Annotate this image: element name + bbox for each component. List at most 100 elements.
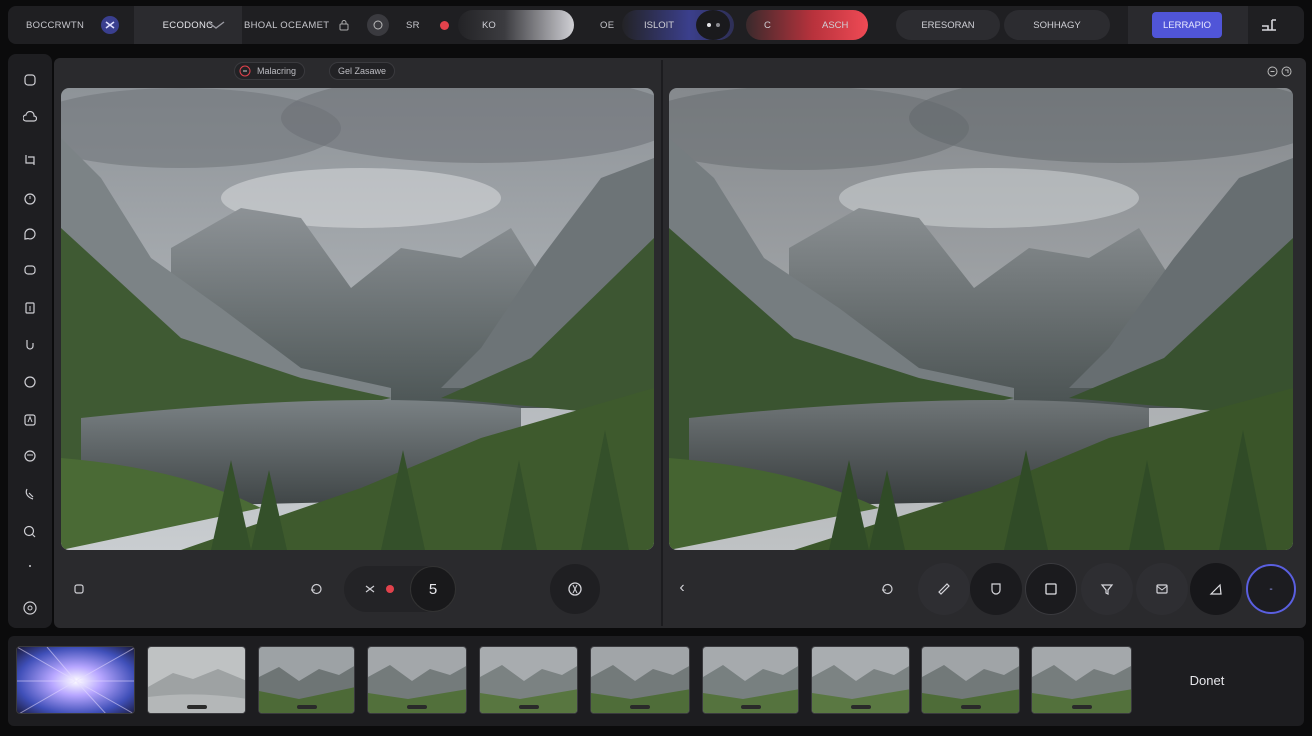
square-icon — [1045, 583, 1057, 595]
palette-icon[interactable] — [20, 446, 40, 466]
sr-toggle[interactable]: SR — [406, 6, 420, 44]
tool-rail — [8, 54, 52, 628]
before-image[interactable] — [61, 88, 654, 550]
dots-icon[interactable] — [20, 556, 40, 576]
done-button[interactable]: Donet — [1166, 666, 1248, 694]
thumb-tag — [630, 705, 650, 709]
done-label: Donet — [1189, 672, 1225, 688]
thumb-tag — [740, 705, 761, 709]
thumb-tag — [960, 705, 981, 709]
app-logo-icon[interactable] — [100, 6, 120, 44]
app-name: BOCCRWTN — [26, 19, 85, 31]
undo-icon[interactable] — [306, 579, 326, 599]
thumb-tag — [296, 705, 317, 709]
top-toolbar: BOCCRWTN ECODONC BHOAL OCEAMET SR KO OE … — [8, 6, 1304, 44]
hand-icon[interactable] — [20, 334, 40, 354]
isloit-label: ISLOIT — [644, 19, 675, 31]
thumb-tag — [407, 705, 427, 709]
layers-icon[interactable] — [20, 260, 40, 280]
filter-button[interactable] — [1081, 563, 1133, 615]
counter-value: 5 — [428, 580, 438, 598]
mask-button[interactable] — [970, 563, 1022, 615]
pane-options[interactable] — [1266, 64, 1292, 78]
oe-toggle[interactable]: OE — [600, 6, 614, 44]
circle-icon[interactable] — [20, 372, 40, 392]
thumb-tag — [186, 705, 207, 709]
chat-icon[interactable] — [20, 224, 40, 244]
filmstrip-thumb[interactable] — [1031, 646, 1132, 714]
mail-button[interactable] — [1136, 563, 1188, 615]
layout-icon[interactable] — [1260, 6, 1278, 44]
filmstrip-thumb[interactable] — [367, 646, 467, 714]
thumb-tag — [1071, 705, 1092, 709]
summary-button[interactable]: SOHHAGY — [1004, 10, 1110, 40]
filmstrip-thumb[interactable] — [921, 646, 1020, 714]
filmstrip-thumb-abstract[interactable] — [16, 646, 135, 714]
document-name[interactable]: BHOAL OCEAMET — [244, 6, 329, 44]
crop-button[interactable] — [1025, 563, 1077, 615]
compare-icon — [1267, 66, 1277, 76]
status-icon — [239, 65, 251, 77]
settings-icon[interactable] — [20, 598, 40, 618]
slider-label: KO — [482, 19, 496, 31]
record-indicator[interactable] — [440, 6, 449, 44]
shield-icon — [991, 583, 1001, 595]
record-dot-icon — [440, 20, 449, 30]
pen-button[interactable] — [1190, 563, 1242, 615]
thumb-tag — [850, 705, 871, 709]
timer-icon[interactable] — [20, 188, 40, 208]
after-image[interactable] — [669, 88, 1293, 550]
text-icon[interactable] — [20, 410, 40, 430]
left-pane-header: Malacring Gel Zasawe — [234, 60, 396, 82]
dot-icon — [715, 23, 720, 27]
pair-toggle[interactable] — [696, 10, 730, 40]
cloud-icon[interactable] — [20, 108, 40, 128]
info-chip[interactable]: Gel Zasawe — [329, 62, 396, 80]
filmstrip-thumb[interactable] — [147, 646, 246, 714]
filmstrip-thumb[interactable] — [258, 646, 355, 714]
record-dot-icon[interactable] — [386, 585, 394, 593]
ring-label: - — [1269, 583, 1273, 595]
exposure-slider[interactable]: KO — [458, 10, 574, 40]
color-pill[interactable]: C ASCH — [746, 10, 868, 40]
filmstrip-thumb[interactable] — [811, 646, 910, 714]
aperture-button[interactable] — [550, 564, 600, 614]
pen-icon — [1209, 583, 1222, 595]
status-chip[interactable]: Malacring — [234, 62, 306, 80]
export-label: LERRAPIO — [1162, 19, 1212, 31]
chevron-down-icon[interactable] — [206, 6, 226, 44]
rotate-icon[interactable] — [876, 578, 898, 600]
expand-icon — [1281, 66, 1291, 76]
brush-icon[interactable] — [20, 484, 40, 504]
aperture-icon — [568, 582, 582, 596]
envelope-icon — [1156, 584, 1168, 594]
funnel-icon — [1100, 584, 1114, 595]
counter-button[interactable]: 5 — [410, 566, 456, 612]
preset-label: ERESORAN — [921, 19, 975, 31]
filmstrip-thumb[interactable] — [479, 646, 578, 714]
heal-button[interactable] — [918, 563, 970, 615]
frame-icon[interactable] — [20, 298, 40, 318]
shield-icon[interactable] — [20, 70, 40, 90]
summary-label: SOHHAGY — [1033, 19, 1081, 31]
filmstrip-thumb[interactable] — [590, 646, 690, 714]
search-icon[interactable] — [20, 522, 40, 542]
preset-button[interactable]: ERESORAN — [896, 10, 1000, 40]
export-button[interactable]: LERRAPIO — [1152, 12, 1222, 38]
history-icon[interactable] — [70, 580, 88, 598]
c-label: C — [764, 19, 771, 31]
asch-label: ASCH — [822, 19, 849, 31]
pane-divider[interactable] — [661, 60, 663, 626]
back-label: ‹ — [679, 579, 685, 596]
filmstrip-thumb[interactable] — [702, 646, 799, 714]
back-button[interactable]: ‹ — [672, 578, 692, 598]
lock-icon[interactable] — [338, 6, 350, 44]
primary-ring-button[interactable]: - — [1246, 564, 1296, 614]
crop-icon[interactable] — [20, 150, 40, 170]
bandage-icon — [938, 583, 950, 595]
status-chip-label: Malacring — [257, 66, 297, 76]
shuffle-icon[interactable] — [358, 577, 382, 601]
dot-icon — [706, 23, 711, 27]
target-icon[interactable] — [366, 6, 390, 44]
info-chip-label: Gel Zasawe — [338, 66, 387, 76]
